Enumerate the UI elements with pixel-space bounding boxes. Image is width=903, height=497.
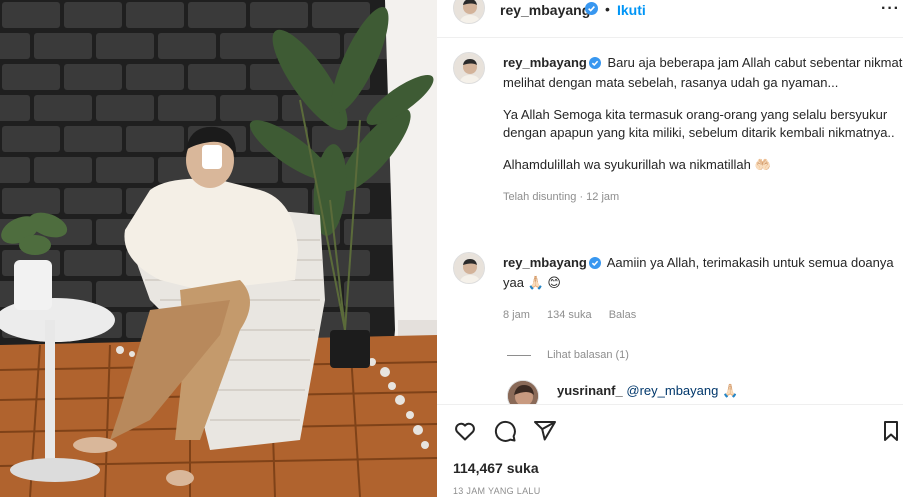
caption-meta: Telah disunting · 12 jam <box>503 191 620 203</box>
reply-button[interactable]: Balas <box>609 309 637 321</box>
comment-username[interactable]: rey_mbayang <box>503 255 587 270</box>
caption-text-line3: Alhamdulillah wa syukurillah wa nikmatil… <box>503 157 771 172</box>
reply-username[interactable]: yusrinanf_ <box>557 383 623 398</box>
avatar-image <box>454 0 484 23</box>
more-options-icon[interactable]: ··· <box>881 0 900 18</box>
post-author-username[interactable]: rey_mbayang <box>500 2 590 18</box>
heart-icon[interactable] <box>453 419 477 448</box>
post-timestamp: 13 JAM YANG LALU <box>453 486 541 496</box>
avatar[interactable] <box>453 252 485 284</box>
post-photo[interactable] <box>0 0 437 497</box>
avatar[interactable] <box>507 380 539 404</box>
caption-text-line2: Ya Allah Semoga kita termasuk orang-oran… <box>503 107 895 140</box>
share-icon[interactable] <box>533 419 557 448</box>
bookmark-icon[interactable] <box>881 419 903 448</box>
verified-badge-icon <box>585 2 598 20</box>
comment-likes-link[interactable]: 134 suka <box>547 309 592 321</box>
post-header: rey_mbayang • Ikuti ··· <box>437 0 903 38</box>
divider-line <box>507 354 531 356</box>
reply-mention-link[interactable]: @rey_mbayang <box>626 383 718 398</box>
verified-badge-icon <box>588 256 601 274</box>
action-bar <box>437 404 903 456</box>
follow-button[interactable]: Ikuti <box>617 2 646 18</box>
post-image <box>0 0 437 497</box>
view-replies-button[interactable]: Lihat balasan (1) <box>507 349 629 361</box>
reply-emoji: 🙏🏻 <box>721 383 739 398</box>
avatar-image <box>508 381 538 404</box>
avatar[interactable] <box>453 0 485 24</box>
avatar-image <box>454 53 484 83</box>
separator-dot: • <box>605 1 610 17</box>
likes-count[interactable]: 114,467 suka <box>453 460 539 476</box>
avatar[interactable] <box>453 52 485 84</box>
verified-badge-icon <box>588 56 601 74</box>
avatar-image <box>454 253 484 283</box>
comments-section[interactable]: rey_mbayang Baru aja beberapa jam Allah … <box>437 39 903 404</box>
view-replies-label: Lihat balasan (1) <box>547 349 629 361</box>
comment-icon[interactable] <box>493 419 517 448</box>
post-details-panel: rey_mbayang • Ikuti ··· rey_mbayang Baru… <box>437 0 903 497</box>
caption-username[interactable]: rey_mbayang <box>503 55 587 70</box>
comment-time: 8 jam <box>503 309 530 321</box>
